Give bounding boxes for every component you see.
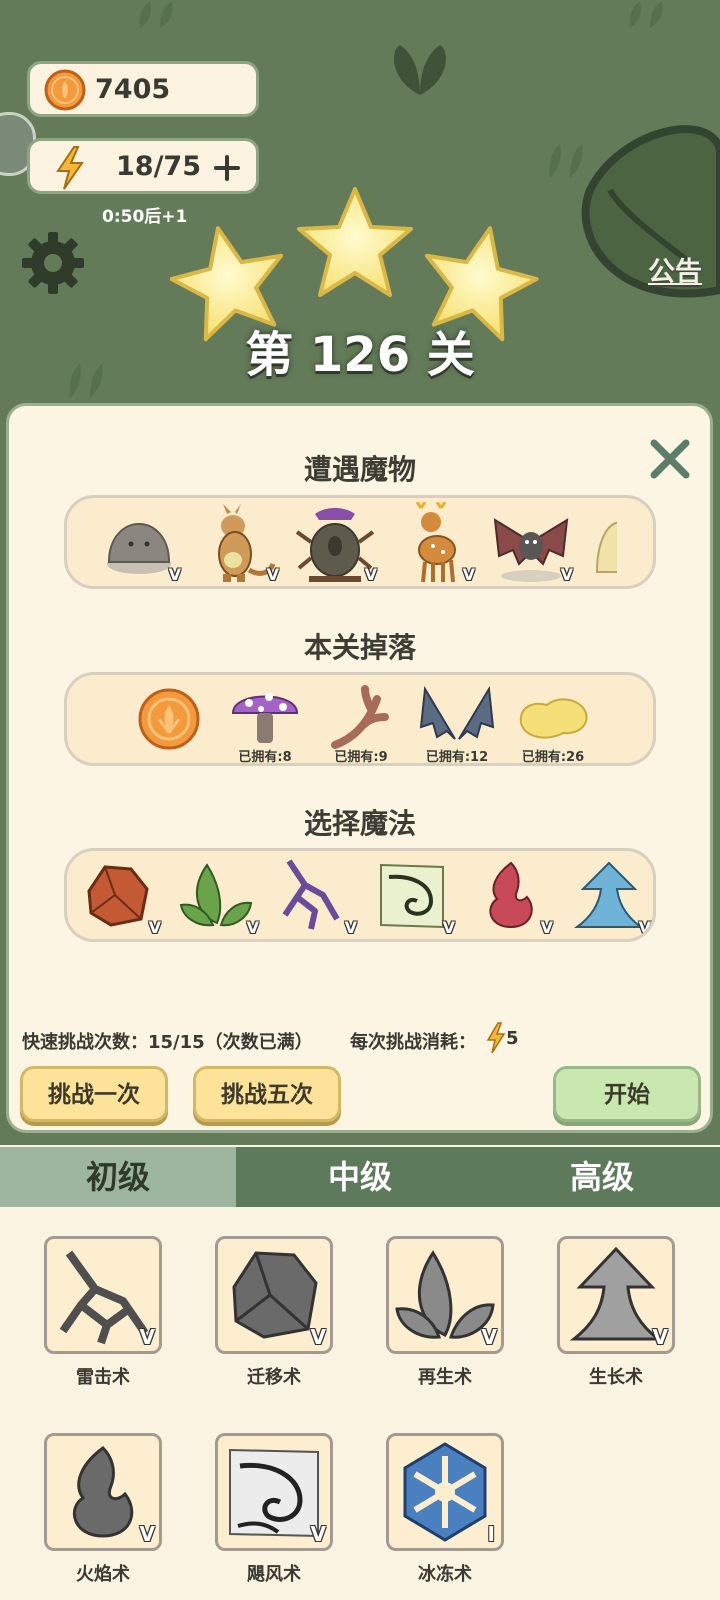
monster-tree[interactable]: V [295,502,377,586]
magic-mark: V [148,918,161,937]
rock-icon [87,865,149,927]
monster-kangaroo[interactable]: V [197,502,279,586]
spell-name: 冰冻术 [418,1564,472,1585]
magic-mark: V [540,918,553,937]
coin-icon [44,69,86,111]
owned-count: 已拥有:26 [521,750,585,765]
drop-antler[interactable]: 已拥有:9 [321,679,401,763]
owned-count: 已拥有:9 [334,750,388,765]
magic-fire[interactable]: V [471,855,553,939]
energy-amount: 18/75 [116,151,202,182]
spell-regenerate[interactable]: V [386,1236,504,1354]
magic-title: 选择魔法 [303,807,416,840]
spell-freeze[interactable]: I [386,1433,504,1551]
deer-icon [415,501,456,583]
magic-mark: V [442,918,455,937]
magic-whirlwind[interactable]: V [373,855,455,939]
spell-name: 雷击术 [76,1367,130,1388]
quick-challenge-info: 快速挑战次数：15/15（次数已满） [22,1032,313,1053]
monster-mark: V [168,565,181,584]
monster-partial[interactable] [587,502,617,586]
tab-beginner[interactable]: 初级 [0,1147,236,1207]
spell-mark: V [310,1325,326,1349]
notice-link[interactable]: 公告 [648,250,702,289]
magic-mark: V [638,918,651,937]
tab-advanced[interactable]: 高级 [484,1147,720,1207]
grass-decoration [549,144,583,178]
spell-mark: V [652,1325,668,1349]
whirlwind-icon [380,863,444,929]
gear-icon[interactable] [18,228,88,298]
spell-mark: V [310,1522,326,1546]
magic-grow[interactable]: V [569,855,651,939]
coin-counter: 7405 [27,61,259,117]
challenge-five-button[interactable]: 挑战五次 [193,1066,341,1122]
monster-mark: V [462,565,475,584]
magic-row: V V V V V V [64,848,656,942]
spell-mark: V [481,1325,497,1349]
spell-migrate[interactable]: V [215,1236,333,1354]
lightning-icon [56,146,84,190]
magic-lightning[interactable]: V [275,855,357,939]
spell-name: 飓风术 [247,1564,301,1585]
spell-name: 火焰术 [76,1564,130,1585]
spell-mark: V [139,1325,155,1349]
monsters-row: V V V V V [64,495,656,589]
lightning-icon [486,1022,506,1054]
level-title: 第 126 关 [245,327,475,383]
spell-hurricane[interactable]: V [215,1433,333,1551]
monster-slime[interactable]: V [99,502,181,586]
spell-mark: V [139,1522,155,1546]
cost-label: 每次挑战消耗： [350,1032,476,1053]
add-energy-icon[interactable] [213,154,241,182]
tab-intermediate[interactable]: 中级 [242,1147,478,1207]
magic-mark: V [344,918,357,937]
spell-lightning[interactable]: V [44,1236,162,1354]
monster-bat[interactable]: V [491,502,573,586]
monster-mark: V [560,565,573,584]
coin-amount: 7405 [95,74,171,105]
ghost-icon [595,521,617,573]
spell-name: 再生术 [418,1367,472,1388]
lightning-bolt-icon [282,859,340,930]
grass-decoration [139,2,173,28]
monster-mark: V [364,565,377,584]
grass-decoration [629,2,663,28]
spell-mark: I [487,1522,495,1546]
bat-icon [493,518,569,582]
monster-deer[interactable]: V [393,501,475,586]
spell-fire[interactable]: V [44,1433,162,1551]
challenge-once-button[interactable]: 挑战一次 [20,1066,168,1122]
magic-mark: V [246,918,259,937]
drop-bat-wing[interactable]: 已拥有:12 [417,679,497,763]
spell-tier-tabs: 初级 中级 高级 [0,1147,720,1207]
grass-decoration [394,45,446,95]
kangaroo-icon [218,504,276,582]
monster-mark: V [266,565,279,584]
drop-mushroom[interactable]: 已拥有:8 [225,679,305,763]
magic-leaves[interactable]: V [177,855,259,939]
coin-icon [138,688,200,750]
owned-count: 已拥有:8 [238,750,292,765]
spell-grow[interactable]: V [557,1236,675,1354]
cost-value: 5 [506,1028,519,1049]
snowflake-icon [403,1442,487,1542]
monsters-title: 遭遇魔物 [303,453,416,486]
owned-count: 已拥有:12 [425,750,489,765]
leaves-icon [179,863,253,927]
fire-icon [489,861,533,929]
drop-gold-nugget[interactable]: 已拥有:26 [513,679,593,763]
spell-name: 迁移术 [247,1367,301,1388]
grow-arrow-icon [573,861,645,928]
spell-name: 生长术 [589,1367,643,1388]
slime-icon [107,522,171,574]
magic-rock[interactable]: V [79,855,161,939]
drop-coin[interactable] [129,679,209,763]
tree-monster-icon [295,508,375,582]
start-button[interactable]: 开始 [553,1066,701,1122]
drops-row: 已拥有:8 已拥有:9 已拥有:12 已拥有:26 [64,672,656,766]
drops-title: 本关掉落 [303,631,416,664]
